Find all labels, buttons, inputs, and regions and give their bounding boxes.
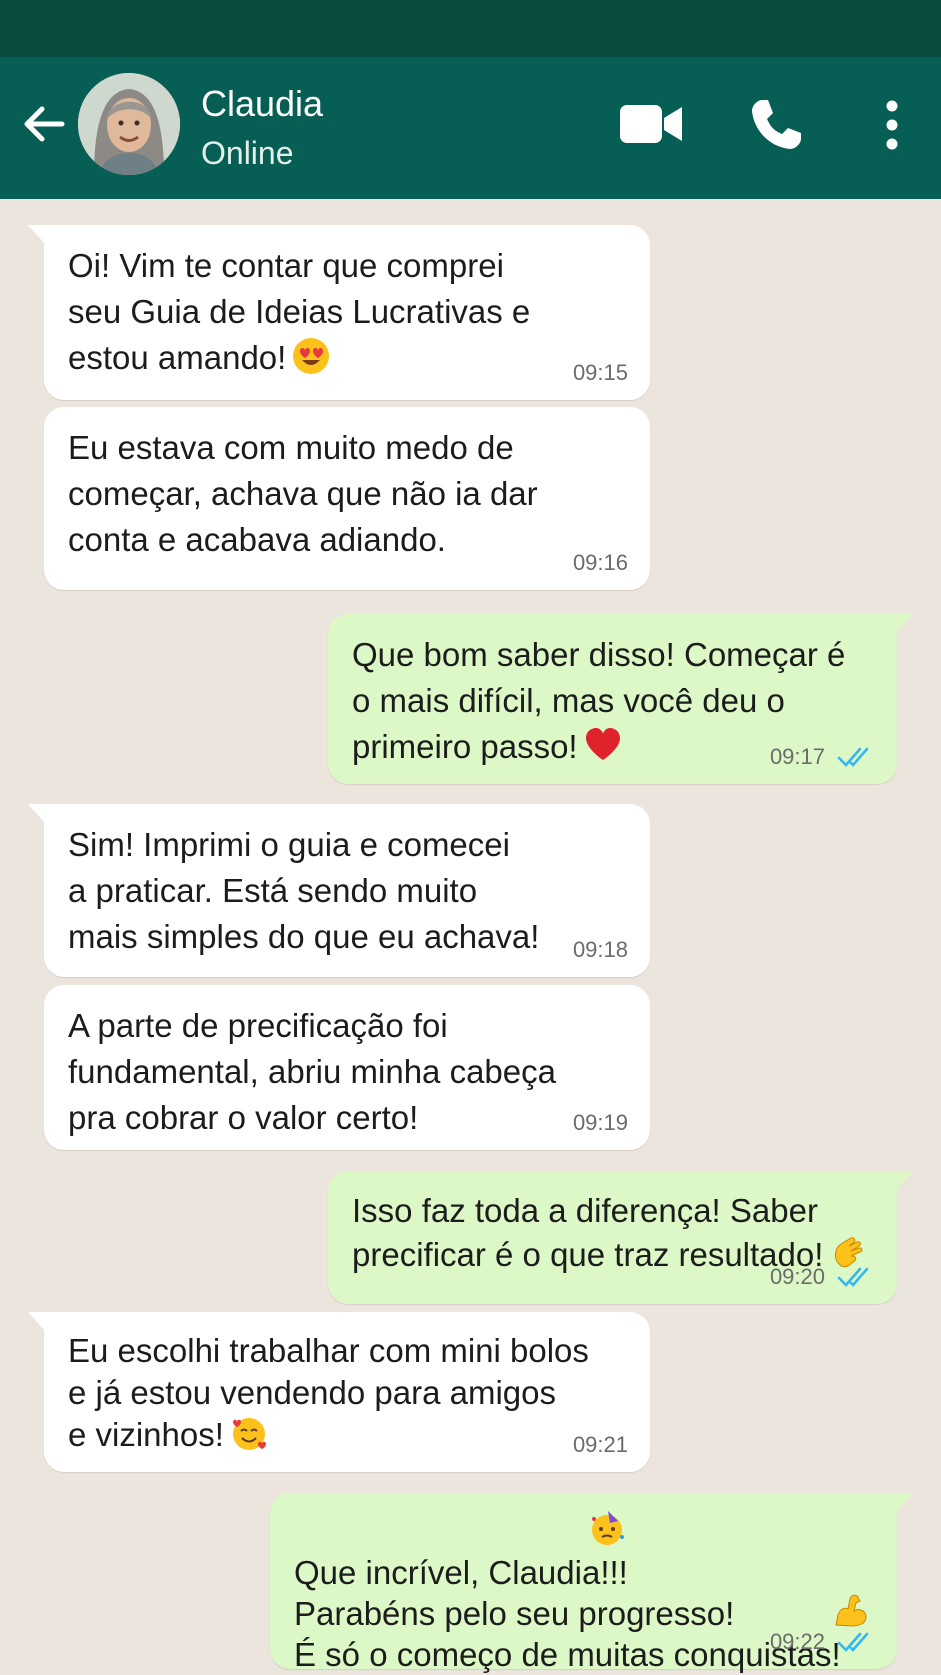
bubble-tail bbox=[895, 1493, 913, 1513]
message-text: Isso faz toda a diferença! Saber precifi… bbox=[352, 1192, 824, 1273]
bubble-tail bbox=[28, 804, 46, 824]
message-incoming[interactable]: Oi! Vim te contar que comprei seu Guia d… bbox=[28, 225, 650, 400]
message-incoming[interactable]: Sim! Imprimi o guia e comecei a praticar… bbox=[28, 804, 650, 977]
message-outgoing[interactable]: Que bom saber disso! Começar é o mais di… bbox=[328, 614, 913, 784]
arrow-left-icon[interactable] bbox=[20, 101, 66, 147]
message-time: 09:22 bbox=[769, 1629, 825, 1654]
bubble-tail bbox=[28, 225, 46, 245]
avatar[interactable] bbox=[78, 73, 180, 175]
contact-status: Online bbox=[201, 135, 294, 171]
message-text: Sim! Imprimi o guia e comecei a praticar… bbox=[68, 826, 540, 955]
chat-header: Claudia Online bbox=[0, 57, 941, 199]
bubble-tail bbox=[895, 614, 913, 634]
party-face-emoji bbox=[592, 1511, 624, 1545]
message-outgoing[interactable]: Isso faz toda a diferença! Saber precifi… bbox=[328, 1171, 913, 1304]
message-time: 09:17 bbox=[769, 744, 825, 769]
heart-eyes-emoji bbox=[293, 338, 330, 374]
message-list[interactable]: Oi! Vim te contar que comprei seu Guia d… bbox=[0, 199, 941, 1673]
red-heart-emoji bbox=[585, 728, 620, 760]
message-time: 09:15 bbox=[572, 360, 628, 385]
message-text: Eu estava com muito medo de começar, ach… bbox=[68, 429, 538, 558]
double-check-icon bbox=[837, 1267, 869, 1287]
smiling-face-with-hearts-emoji bbox=[232, 1418, 266, 1450]
status-bar bbox=[0, 0, 941, 57]
flexed-biceps-emoji bbox=[835, 1594, 867, 1627]
message-time: 09:20 bbox=[769, 1264, 825, 1289]
message-incoming[interactable]: Eu estava com muito medo de começar, ach… bbox=[44, 407, 650, 590]
message-incoming[interactable]: Eu escolhi trabalhar com mini bolos e já… bbox=[28, 1312, 650, 1472]
phone-icon[interactable] bbox=[748, 97, 804, 153]
bubble-tail bbox=[28, 1312, 46, 1332]
message-text: A parte de precificação foi fundamental,… bbox=[68, 1007, 556, 1136]
message-line: Que incrível, Claudia!!! Parabéns pelo s… bbox=[294, 1554, 841, 1673]
double-check-icon bbox=[837, 1632, 869, 1652]
video-camera-icon[interactable] bbox=[620, 103, 682, 145]
message-time: 09:16 bbox=[572, 550, 628, 575]
message-time: 09:18 bbox=[572, 937, 628, 962]
more-vertical-icon[interactable] bbox=[878, 99, 906, 151]
message-time: 09:19 bbox=[572, 1110, 628, 1135]
double-check-icon bbox=[837, 747, 869, 767]
contact-name[interactable]: Claudia bbox=[201, 83, 323, 125]
message-time: 09:21 bbox=[572, 1432, 628, 1457]
bubble-tail bbox=[895, 1171, 913, 1191]
message-incoming[interactable]: A parte de precificação foi fundamental,… bbox=[44, 985, 650, 1150]
message-outgoing[interactable]: Que incrível, Claudia!!! Parabéns pelo s… bbox=[270, 1493, 913, 1673]
message-text: Eu escolhi trabalhar com mini bolos e já… bbox=[68, 1332, 589, 1453]
